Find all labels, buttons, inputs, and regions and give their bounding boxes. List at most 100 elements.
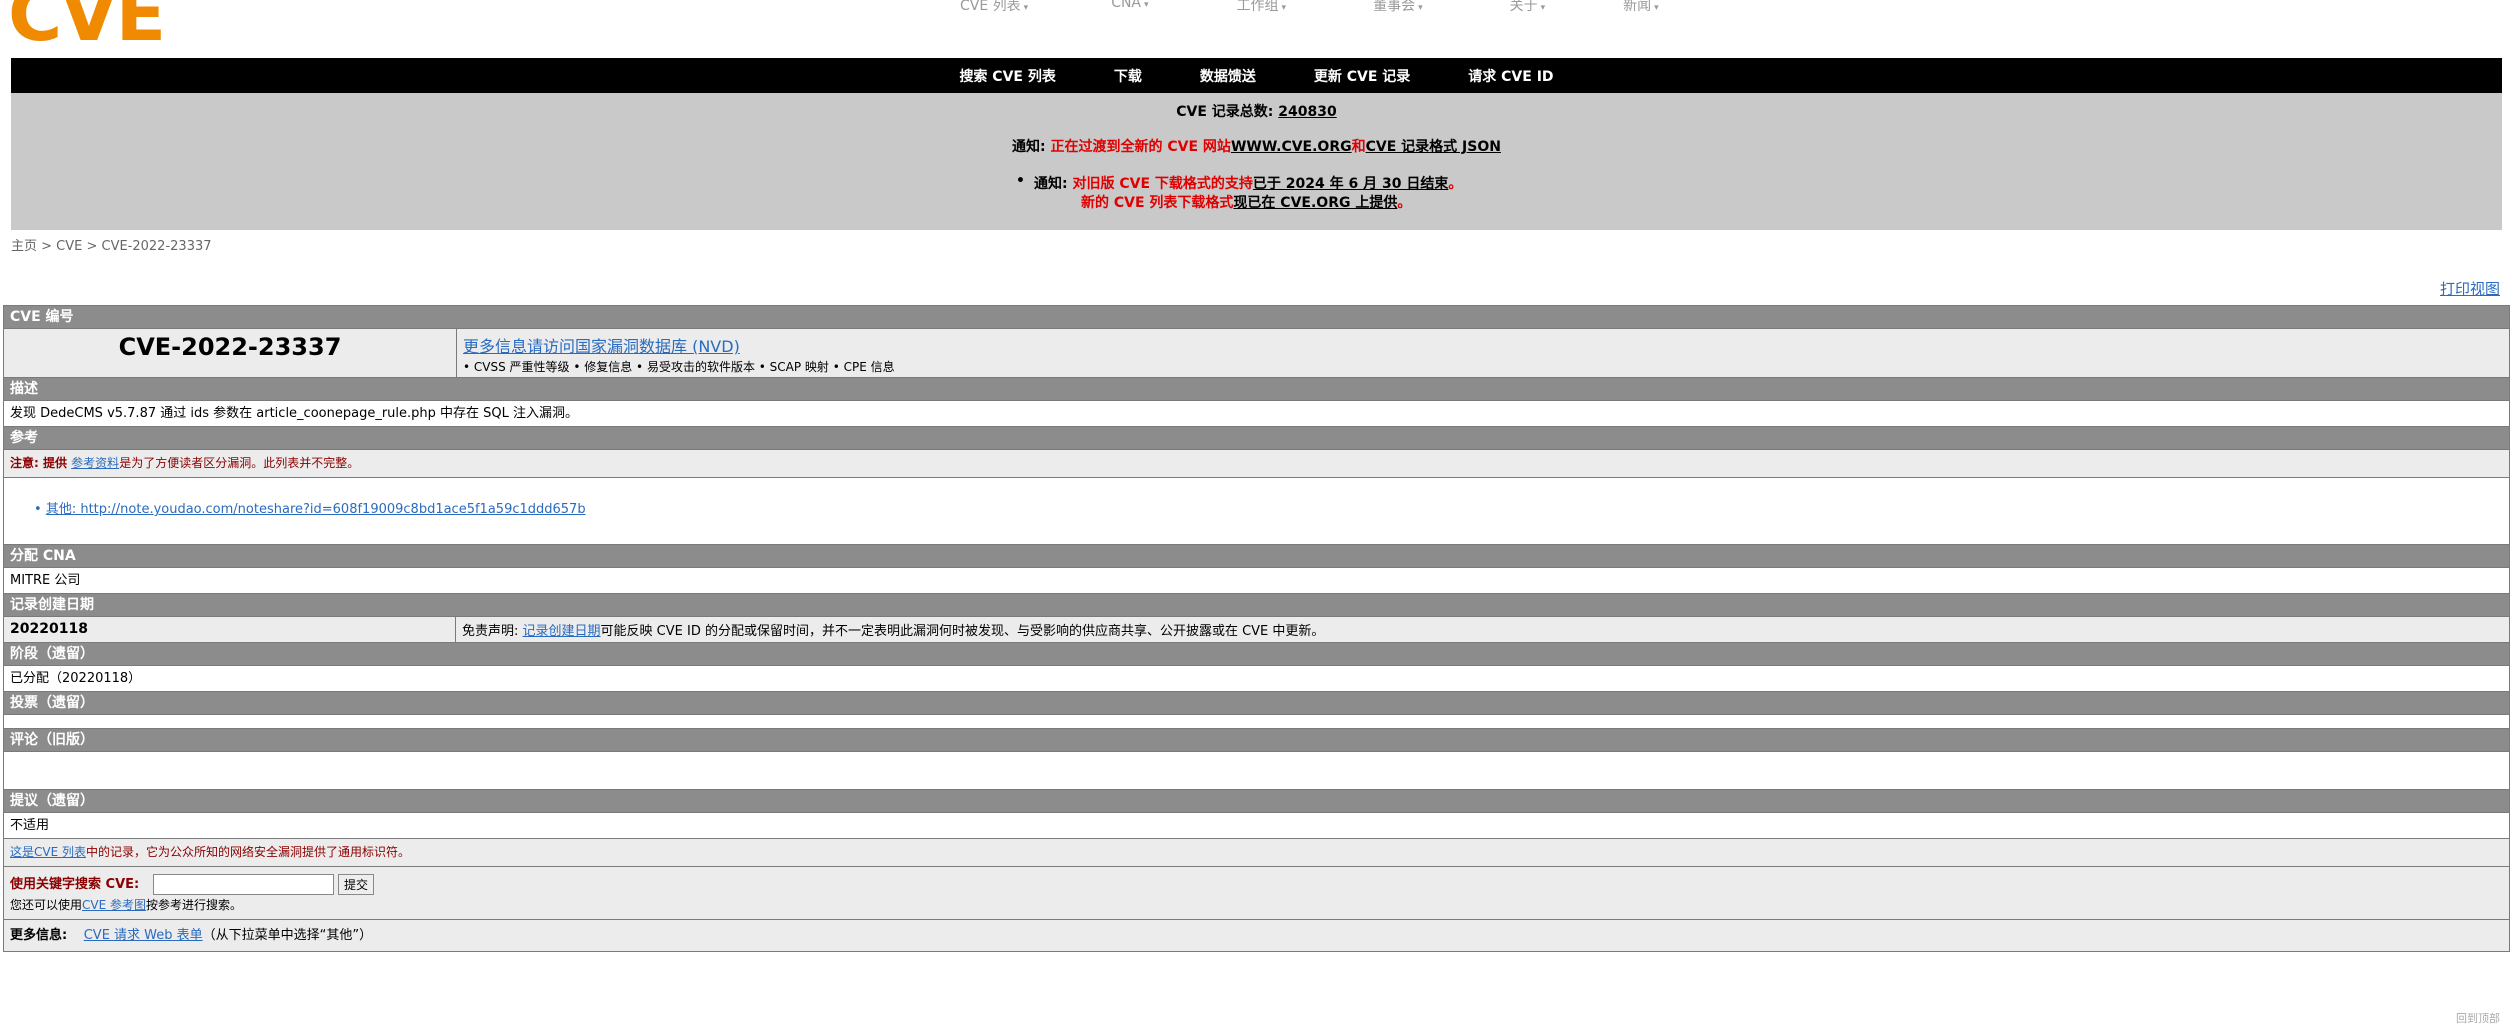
- nvd-subtext: • CVSS 严重性等级 • 修复信息 • 易受攻击的软件版本 • SCAP 映…: [463, 360, 895, 374]
- section-cve-id: CVE 编号: [4, 306, 2509, 329]
- total-value[interactable]: 240830: [1278, 104, 1336, 120]
- topnav-cve-list[interactable]: CVE 列表 ▾: [960, 0, 1028, 15]
- notice-2b: 新的 CVE 列表下载格式现已在 CVE.ORG 上提供。: [1081, 192, 1411, 212]
- section-description: 描述: [4, 378, 2509, 401]
- nvd-cell: 更多信息请访问国家漏洞数据库 (NVD) • CVSS 严重性等级 • 修复信息…: [457, 329, 895, 377]
- nav-search-cve-list[interactable]: 搜索 CVE 列表: [959, 66, 1055, 86]
- chevron-down-icon: ▾: [1281, 3, 1287, 13]
- section-votes: 投票（遗留）: [4, 692, 2509, 715]
- nav-downloads[interactable]: 下载: [1114, 66, 1142, 86]
- notice-1: 通知: 正在过渡到全新的 CVE 网站WWW.CVE.ORG和CVE 记录格式 …: [11, 136, 2502, 156]
- disclaimer: 免责声明: 记录创建日期可能反映 CVE ID 的分配或保留时间，并不一定表明此…: [456, 620, 1324, 639]
- search-hint: 您还可以使用CVE 参考图按参考进行搜索。: [10, 896, 2509, 913]
- hint-pre: 您还可以使用: [10, 898, 83, 912]
- notice-text: 新的 CVE 列表下载格式: [1081, 195, 1234, 211]
- search-label: 使用关键字搜索 CVE:: [10, 877, 140, 892]
- chevron-down-icon: ▾: [1654, 3, 1659, 13]
- reference-list: • 其他: http://note.youdao.com/noteshare?i…: [4, 478, 2509, 545]
- topnav-label: 关于: [1509, 0, 1538, 14]
- logo-text: CVE: [8, 0, 166, 58]
- notice-label: 通知:: [1012, 139, 1051, 155]
- chevron-down-icon: ▾: [1144, 0, 1149, 10]
- section-date-record-created: 记录创建日期: [4, 594, 2509, 617]
- notice-text: 对旧版 CVE 下载格式的支持: [1072, 176, 1253, 192]
- record-note-text: 中的记录，它为公众所知的网络安全漏洞提供了通用标识符。: [86, 845, 411, 859]
- cve-id-row: CVE-2022-23337 更多信息请访问国家漏洞数据库 (NVD) • CV…: [4, 329, 2509, 378]
- disclaimer-label: 免责声明:: [462, 624, 523, 639]
- back-to-top-link[interactable]: 回到顶部: [2456, 1010, 2500, 1026]
- chevron-down-icon: ▾: [1023, 3, 1029, 13]
- cna-name: MITRE 公司: [4, 568, 2509, 594]
- more-label: 更多信息:: [10, 928, 72, 943]
- print-view-link[interactable]: 打印视图: [2440, 278, 2500, 299]
- note-label: 注意:: [10, 456, 43, 470]
- references-link[interactable]: 参考资料: [71, 456, 119, 470]
- available-link[interactable]: 现已在 CVE.ORG 上提供: [1233, 195, 1397, 211]
- main-nav-bar: 搜索 CVE 列表 下载 数据馈送 更新 CVE 记录 请求 CVE ID: [11, 58, 2502, 93]
- record-note: 这是CVE 列表中的记录，它为公众所知的网络安全漏洞提供了通用标识符。: [4, 839, 2509, 867]
- proposed-value: 不适用: [4, 813, 2509, 839]
- disclaimer-text: 可能反映 CVE ID 的分配或保留时间，并不一定表明此漏洞何时被发现、与受影响…: [600, 624, 1325, 639]
- topnav-board[interactable]: 董事会 ▾: [1373, 0, 1423, 15]
- comments-empty: [4, 752, 2509, 790]
- topnav-about[interactable]: 关于 ▾: [1510, 0, 1546, 15]
- notice-2: 通知: 对旧版 CVE 下载格式的支持已于 2024 年 6 月 30 日结束。: [1034, 173, 1462, 193]
- total-records: CVE 记录总数: 240830: [11, 101, 2502, 121]
- topnav-working-groups[interactable]: 工作组 ▾: [1237, 0, 1287, 15]
- cve-logo[interactable]: CVE®: [8, 0, 166, 52]
- notice-panel: CVE 记录总数: 240830 通知: 正在过渡到全新的 CVE 网站WWW.…: [11, 93, 2502, 230]
- notice-dot: 。: [1397, 195, 1412, 211]
- topnav-news[interactable]: 新闻 ▾: [1623, 0, 1659, 15]
- reference-map-link[interactable]: CVE 参考图: [82, 898, 146, 912]
- keyword-search-input[interactable]: [153, 874, 335, 895]
- topnav-label: CVE 列表: [960, 0, 1021, 14]
- topnav-cna[interactable]: CNA ▾: [1111, 0, 1148, 15]
- section-references: 参考: [4, 427, 2509, 450]
- note-rest: 是为了方便读者区分漏洞。此列表并不完整。: [119, 456, 360, 470]
- section-phase: 阶段（遗留）: [4, 643, 2509, 666]
- notice-and: 和: [1351, 139, 1366, 155]
- chevron-down-icon: ▾: [1540, 3, 1546, 13]
- reference-note: 注意: 提供 参考资料是为了方便读者区分漏洞。此列表并不完整。: [4, 450, 2509, 478]
- date-created-link[interactable]: 记录创建日期: [523, 624, 601, 639]
- notice-dot: 。: [1448, 176, 1463, 192]
- description-text: 发现 DedeCMS v5.7.87 通过 ids 参数在 article_co…: [4, 401, 2509, 427]
- cve-record-table: CVE 编号 CVE-2022-23337 更多信息请访问国家漏洞数据库 (NV…: [3, 305, 2510, 952]
- ended-link[interactable]: 已于 2024 年 6 月 30 日结束: [1253, 176, 1448, 192]
- section-proposed: 提议（遗留）: [4, 790, 2509, 813]
- hint-post: 按参考进行搜索。: [146, 898, 243, 912]
- notice-label: 通知:: [1034, 176, 1073, 192]
- reference-link[interactable]: 其他: http://note.youdao.com/noteshare?id=…: [46, 502, 586, 517]
- cve-org-link[interactable]: WWW.CVE.ORG: [1231, 139, 1352, 155]
- section-assigning-cna: 分配 CNA: [4, 545, 2509, 568]
- nvd-link[interactable]: 更多信息请访问国家漏洞数据库 (NVD): [463, 333, 895, 357]
- date-row: 20220118 免责声明: 记录创建日期可能反映 CVE ID 的分配或保留时…: [4, 617, 2509, 643]
- notice-text: 正在过渡到全新的 CVE 网站: [1050, 139, 1231, 155]
- nav-update-cve-record[interactable]: 更新 CVE 记录: [1314, 66, 1410, 86]
- section-comments: 评论（旧版）: [4, 729, 2509, 752]
- nav-data-feeds[interactable]: 数据馈送: [1200, 66, 1256, 86]
- nav-request-cve-id[interactable]: 请求 CVE ID: [1468, 66, 1553, 86]
- votes-empty: [4, 715, 2509, 729]
- submit-button[interactable]: 提交: [338, 874, 375, 895]
- bullet-icon: •: [34, 502, 42, 517]
- topnav-label: 董事会: [1373, 0, 1416, 14]
- chevron-down-icon: ▾: [1418, 3, 1423, 13]
- json-format-link[interactable]: CVE 记录格式 JSON: [1366, 139, 1501, 155]
- more-info: 更多信息: CVE 请求 Web 表单（从下拉菜单中选择“其他”）: [4, 920, 2509, 952]
- phase-value: 已分配（20220118）: [4, 666, 2509, 692]
- reference-item: • 其他: http://note.youdao.com/noteshare?i…: [34, 498, 586, 517]
- bullet-icon: •: [1016, 173, 1025, 189]
- top-nav: CVE 列表 ▾ CNA ▾ 工作组 ▾ 董事会 ▾ 关于 ▾ 新闻 ▾: [960, 0, 1659, 15]
- topnav-label: 新闻: [1623, 0, 1652, 14]
- search-form: 使用关键字搜索 CVE: 提交 您还可以使用CVE 参考图按参考进行搜索。: [4, 867, 2509, 920]
- more-rest: （从下拉菜单中选择“其他”）: [202, 928, 373, 943]
- total-label: CVE 记录总数:: [1176, 104, 1279, 120]
- topnav-label: 工作组: [1236, 0, 1279, 14]
- cve-request-form-link[interactable]: CVE 请求 Web 表单: [84, 928, 203, 943]
- note-bold: 提供: [42, 456, 72, 470]
- cve-id: CVE-2022-23337: [4, 329, 457, 377]
- cve-list-link[interactable]: 这是CVE 列表: [10, 845, 86, 859]
- breadcrumb[interactable]: 主页 > CVE > CVE-2022-23337: [11, 235, 212, 254]
- record-date: 20220118: [4, 617, 456, 642]
